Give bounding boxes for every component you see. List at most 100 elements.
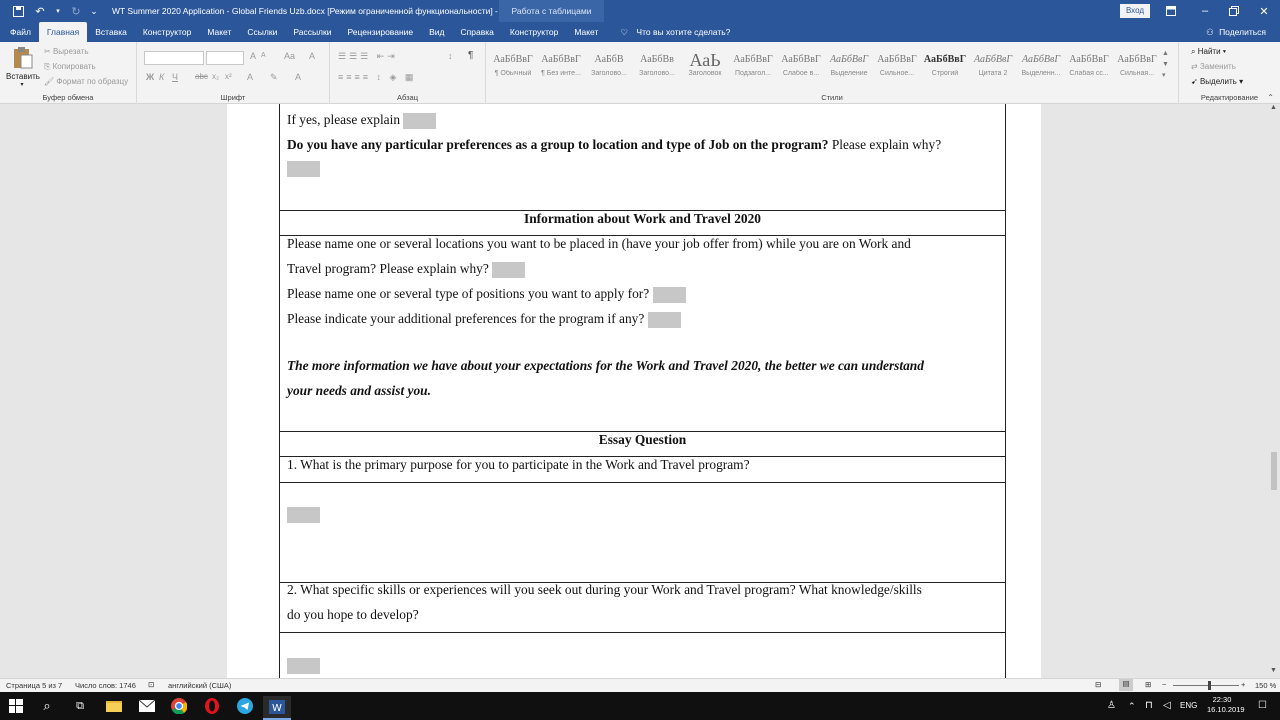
word-count[interactable]: Число слов: 1746 (75, 681, 136, 690)
tab-home[interactable]: Главная (38, 22, 88, 42)
tray-chevron-icon[interactable]: ⌃ (1128, 701, 1136, 712)
show-marks-button[interactable]: ¶ (468, 50, 473, 61)
form-field[interactable] (647, 311, 681, 328)
doc-line[interactable]: do you hope to develop? (287, 607, 419, 623)
tab-design[interactable]: Конструктор (135, 22, 199, 42)
scroll-thumb[interactable] (1271, 452, 1277, 490)
list-buttons[interactable]: ☰☰☰ ⇤⇥ (338, 51, 398, 62)
cut-button[interactable]: ✂ Вырезать (44, 47, 89, 56)
doc-line[interactable]: your needs and assist you. (287, 383, 431, 399)
form-field[interactable] (403, 112, 437, 129)
web-layout-icon[interactable]: ⊞ (1145, 680, 1151, 689)
style-item[interactable]: АаБбВвГ Сильная... (1114, 50, 1160, 82)
form-field[interactable] (652, 286, 686, 303)
volume-icon[interactable]: ◁ (1163, 700, 1171, 711)
subscript-button[interactable]: x₂ (212, 72, 219, 81)
telegram-icon[interactable] (234, 696, 256, 716)
tab-insert[interactable]: Вставка (87, 22, 135, 42)
scroll-up-icon[interactable]: ▲ (1270, 104, 1277, 111)
zoom-in-icon[interactable]: + (1241, 680, 1245, 689)
tab-references[interactable]: Ссылки (239, 22, 285, 42)
align-buttons[interactable]: ≡≡≡≡ ↕ ◈ ▦ (338, 72, 416, 83)
page-counter[interactable]: Страница 5 из 7 (6, 681, 62, 690)
sort-icon[interactable]: ↕ (448, 51, 453, 61)
select-button[interactable]: ➹ Выделить ▾ (1191, 77, 1243, 86)
style-item[interactable]: АаБбВвГ Сильное... (874, 50, 920, 82)
undo-icon[interactable]: ↶ (32, 3, 48, 19)
redo-icon[interactable]: ↻ (68, 3, 84, 19)
styles-scroll[interactable]: ▲ ▼ ▾ (1162, 48, 1169, 81)
minimize-icon[interactable]: – (1197, 3, 1213, 19)
zoom-thumb[interactable] (1208, 681, 1211, 690)
change-case-button[interactable]: Aa (284, 51, 295, 61)
vertical-scrollbar[interactable]: ▲ ▼ (1268, 104, 1280, 678)
form-field[interactable] (287, 161, 320, 177)
file-explorer-icon[interactable] (103, 696, 125, 716)
network-icon[interactable]: ⊓ (1145, 700, 1153, 711)
save-icon[interactable] (10, 3, 26, 19)
style-item[interactable]: АаБбВвГ Подзагол... (730, 50, 776, 82)
strikethrough-button[interactable]: abc (195, 72, 208, 81)
windows-start-icon[interactable] (5, 696, 27, 716)
customize-qat-icon[interactable]: ⌄ (86, 3, 102, 19)
doc-line[interactable]: 1. What is the primary purpose for you t… (287, 457, 750, 473)
clock[interactable]: 22:30 16.10.2019 (1207, 695, 1245, 715)
form-field[interactable] (492, 261, 526, 278)
search-icon[interactable]: ⌕ (36, 696, 58, 716)
find-button[interactable]: ⌕ Найти ▾ (1191, 47, 1226, 57)
collapse-ribbon-icon[interactable]: ⌃ (1267, 93, 1274, 102)
mail-icon[interactable] (136, 696, 158, 716)
style-item[interactable]: АаБбВвГ Цитата 2 (970, 50, 1016, 82)
people-icon[interactable]: ♙ (1107, 700, 1116, 711)
copy-button[interactable]: ⎘ Копировать (44, 62, 96, 72)
style-item[interactable]: АаБбВвГ Строгий (922, 50, 968, 82)
format-painter-button[interactable]: 🖌 Формат по образцу (44, 77, 128, 86)
font-name-select[interactable] (144, 51, 204, 65)
close-icon[interactable]: ✕ (1256, 3, 1272, 19)
doc-line[interactable]: Please name one or several type of posit… (287, 286, 686, 303)
signin-button[interactable]: Вход (1120, 4, 1150, 18)
opera-icon[interactable] (201, 696, 223, 716)
doc-line[interactable]: Do you have any particular preferences a… (287, 137, 941, 153)
tell-me-box[interactable]: ♡ Что вы хотите сделать? (606, 22, 738, 42)
restore-icon[interactable] (1226, 3, 1242, 19)
scroll-down-icon[interactable]: ▼ (1270, 667, 1277, 674)
form-field[interactable] (287, 507, 320, 523)
tab-review[interactable]: Рецензирование (339, 22, 421, 42)
font-color-icon[interactable]: A (295, 72, 301, 82)
grow-font-button[interactable]: A (250, 51, 256, 61)
word-taskbar-icon[interactable]: W (263, 696, 291, 720)
tab-table-design[interactable]: Конструктор (502, 22, 566, 42)
style-item[interactable]: АаБбВвГ ¶ Без инте... (538, 50, 584, 82)
style-item[interactable]: АаБбВв Заголово... (634, 50, 680, 82)
text-effects-icon[interactable]: A (247, 72, 253, 82)
style-item[interactable]: АаБбВвГ ¶ Обычный (490, 50, 536, 82)
tab-view[interactable]: Вид (421, 22, 452, 42)
underline-button[interactable]: Ч (172, 72, 178, 82)
highlight-icon[interactable]: ✎ (270, 72, 278, 83)
form-field[interactable] (287, 658, 320, 674)
tab-table-layout[interactable]: Макет (566, 22, 606, 42)
doc-line[interactable]: If yes, please explain (287, 112, 437, 129)
doc-line[interactable]: Travel program? Please explain why? (287, 261, 526, 278)
chevron-down-icon[interactable]: ▾ (50, 3, 66, 19)
style-item[interactable]: АаБбВвГ Выделенн... (1018, 50, 1064, 82)
tab-mailings[interactable]: Рассылки (285, 22, 339, 42)
zoom-slider[interactable] (1173, 685, 1239, 686)
style-item[interactable]: АаБбВ Заголово... (586, 50, 632, 82)
style-item[interactable]: АаБбВвГ Слабая сс... (1066, 50, 1112, 82)
tab-help[interactable]: Справка (453, 22, 502, 42)
zoom-out-icon[interactable]: − (1162, 680, 1166, 689)
print-layout-icon[interactable]: ▤ (1119, 679, 1133, 691)
ribbon-display-icon[interactable] (1163, 3, 1179, 19)
tab-file[interactable]: Файл (2, 22, 39, 42)
clear-format-button[interactable]: A (309, 51, 315, 61)
bold-button[interactable]: Ж (146, 72, 154, 82)
font-size-select[interactable] (206, 51, 244, 65)
paste-button[interactable]: Вставить ▾ (6, 46, 40, 88)
zoom-level[interactable]: 150 % (1255, 681, 1276, 690)
doc-line[interactable]: Please indicate your additional preferen… (287, 311, 681, 328)
share-button[interactable]: ⚇ Поделиться (1198, 22, 1274, 42)
italic-button[interactable]: К (159, 72, 164, 82)
proofing-icon[interactable]: ⊡ (148, 680, 154, 689)
